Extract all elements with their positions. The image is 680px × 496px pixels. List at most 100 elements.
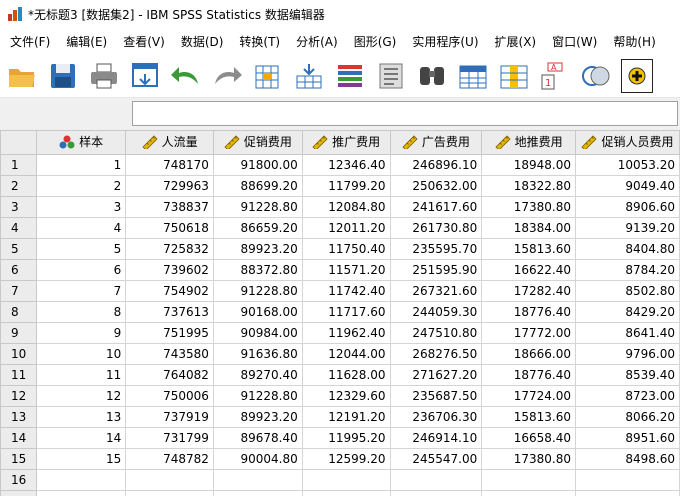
undo-icon[interactable]: [170, 59, 202, 93]
data-cell[interactable]: 12191.20: [301, 406, 391, 428]
row-number[interactable]: 9: [0, 322, 37, 344]
row-number[interactable]: 1: [0, 154, 37, 176]
data-cell[interactable]: 748170: [125, 154, 214, 176]
data-cell[interactable]: 7: [35, 280, 127, 302]
data-cell[interactable]: 754902: [125, 280, 214, 302]
data-cell[interactable]: 9139.20: [575, 217, 680, 239]
data-cell[interactable]: 246896.10: [389, 154, 483, 176]
data-cell[interactable]: 8951.60: [575, 427, 680, 449]
data-cell[interactable]: 15813.60: [481, 406, 576, 428]
menu-help[interactable]: 帮助(H): [607, 33, 665, 50]
data-cell[interactable]: 11962.40: [301, 322, 391, 344]
data-cell[interactable]: 91800.00: [212, 154, 303, 176]
row-number[interactable]: 3: [0, 196, 37, 218]
row-number[interactable]: 7: [0, 280, 37, 302]
data-cell[interactable]: 88699.20: [212, 175, 303, 197]
data-cell[interactable]: 18948.00: [481, 154, 576, 176]
split-file-icon[interactable]: A1: [539, 59, 571, 93]
menu-utilities[interactable]: 实用程序(U): [406, 33, 488, 50]
save-icon[interactable]: [47, 59, 79, 93]
data-cell[interactable]: 737613: [125, 301, 214, 323]
menu-graphs[interactable]: 图形(G): [348, 33, 407, 50]
goto-variable-icon[interactable]: [293, 59, 325, 93]
dialog-recall-icon[interactable]: [129, 59, 161, 93]
data-cell[interactable]: 8539.40: [575, 364, 680, 386]
data-cell[interactable]: 91228.80: [212, 385, 303, 407]
variables-icon[interactable]: [334, 59, 366, 93]
data-cell[interactable]: 743580: [125, 343, 214, 365]
data-cell[interactable]: [481, 469, 576, 491]
data-cell[interactable]: 17380.80: [481, 448, 576, 470]
data-cell[interactable]: 17282.40: [481, 280, 576, 302]
row-number[interactable]: 12: [0, 385, 37, 407]
data-cell[interactable]: 236706.30: [389, 406, 483, 428]
data-cell[interactable]: 8429.20: [575, 301, 680, 323]
data-cell[interactable]: 11750.40: [301, 238, 391, 260]
row-number[interactable]: 17: [0, 490, 37, 496]
data-cell[interactable]: 90004.80: [212, 448, 303, 470]
data-cell[interactable]: 8066.20: [575, 406, 680, 428]
column-header-sample[interactable]: 样本: [35, 130, 127, 155]
data-cell[interactable]: 12044.00: [301, 343, 391, 365]
data-cell[interactable]: 18666.00: [481, 343, 576, 365]
data-cell[interactable]: 88372.80: [212, 259, 303, 281]
row-number[interactable]: 11: [0, 364, 37, 386]
data-cell[interactable]: 11799.20: [301, 175, 391, 197]
data-cell[interactable]: 9: [35, 322, 127, 344]
data-cell[interactable]: 12346.40: [301, 154, 391, 176]
data-cell[interactable]: 748782: [125, 448, 214, 470]
data-cell[interactable]: 246914.10: [389, 427, 483, 449]
data-cell[interactable]: 12011.20: [301, 217, 391, 239]
data-cell[interactable]: 18322.80: [481, 175, 576, 197]
row-number[interactable]: 2: [0, 175, 37, 197]
data-cell[interactable]: [125, 469, 214, 491]
data-cell[interactable]: 8: [35, 301, 127, 323]
data-cell[interactable]: 12329.60: [301, 385, 391, 407]
grid-corner[interactable]: [0, 130, 37, 155]
data-cell[interactable]: [389, 490, 483, 496]
insert-variable-icon[interactable]: [498, 59, 530, 93]
column-header-marketing-cost[interactable]: 推广费用: [301, 130, 391, 155]
data-cell[interactable]: 8641.40: [575, 322, 680, 344]
data-cell[interactable]: 9049.40: [575, 175, 680, 197]
data-cell[interactable]: 86659.20: [212, 217, 303, 239]
data-cell[interactable]: [389, 469, 483, 491]
data-cell[interactable]: 4: [35, 217, 127, 239]
data-cell[interactable]: 12084.80: [301, 196, 391, 218]
data-cell[interactable]: [35, 469, 127, 491]
data-cell[interactable]: 729963: [125, 175, 214, 197]
data-cell[interactable]: 13: [35, 406, 127, 428]
data-cell[interactable]: 725832: [125, 238, 214, 260]
data-cell[interactable]: 738837: [125, 196, 214, 218]
data-cell[interactable]: 250632.00: [389, 175, 483, 197]
find-icon[interactable]: [416, 59, 448, 93]
data-cell[interactable]: 11571.20: [301, 259, 391, 281]
menu-analyze[interactable]: 分析(A): [290, 33, 348, 50]
data-cell[interactable]: 261730.80: [389, 217, 483, 239]
data-cell[interactable]: 16622.40: [481, 259, 576, 281]
data-cell[interactable]: 11717.60: [301, 301, 391, 323]
data-cell[interactable]: 11: [35, 364, 127, 386]
data-cell[interactable]: 10: [35, 343, 127, 365]
data-cell[interactable]: 10053.20: [575, 154, 680, 176]
data-cell[interactable]: 91228.80: [212, 280, 303, 302]
data-cell[interactable]: 271627.20: [389, 364, 483, 386]
menu-view[interactable]: 查看(V): [117, 33, 175, 50]
data-cell[interactable]: 8784.20: [575, 259, 680, 281]
print-icon[interactable]: [88, 59, 120, 93]
goto-case-icon[interactable]: [252, 59, 284, 93]
data-cell[interactable]: 11742.40: [301, 280, 391, 302]
data-cell[interactable]: 18776.40: [481, 301, 576, 323]
data-cell[interactable]: 11628.00: [301, 364, 391, 386]
column-header-ground-promo-cost[interactable]: 地推费用: [481, 130, 576, 155]
data-cell[interactable]: [301, 469, 391, 491]
data-cell[interactable]: 6: [35, 259, 127, 281]
data-cell[interactable]: 235687.50: [389, 385, 483, 407]
cell-editor-input[interactable]: [132, 101, 678, 126]
data-cell[interactable]: 12: [35, 385, 127, 407]
data-cell[interactable]: 8498.60: [575, 448, 680, 470]
data-cell[interactable]: 17724.00: [481, 385, 576, 407]
data-cell[interactable]: 751995: [125, 322, 214, 344]
column-header-promo-staff-cost[interactable]: 促销人员费用: [575, 130, 680, 155]
data-cell[interactable]: 17380.80: [481, 196, 576, 218]
